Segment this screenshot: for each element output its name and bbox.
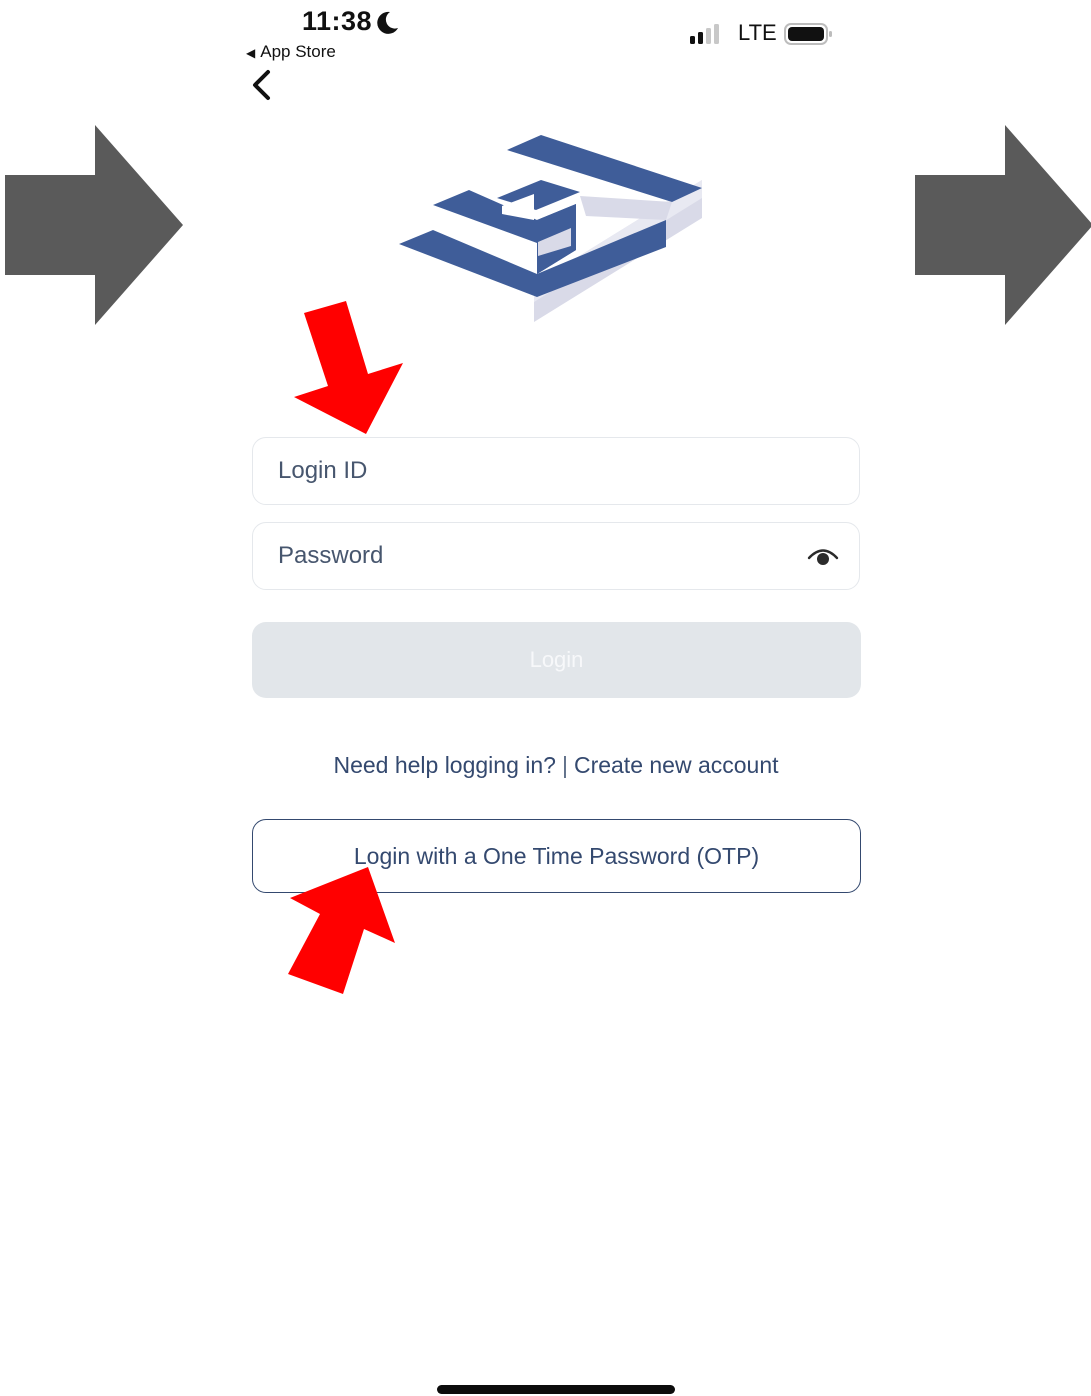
login-id-field[interactable] <box>252 437 860 505</box>
password-field[interactable] <box>252 522 860 590</box>
gray-arrow-right-right <box>915 125 1091 325</box>
link-separator: | <box>561 752 568 778</box>
home-indicator <box>437 1385 675 1394</box>
password-input[interactable] <box>276 541 807 571</box>
create-account-link[interactable]: Create new account <box>574 752 779 778</box>
back-triangle-icon: ◀ <box>246 46 256 60</box>
gray-arrow-right-left <box>5 125 183 325</box>
status-time: 11:38 <box>302 6 373 36</box>
moon-icon <box>377 11 398 34</box>
need-help-link[interactable]: Need help logging in? <box>333 752 556 778</box>
network-type: LTE <box>738 20 777 45</box>
back-to-app-label: App Store <box>260 42 336 61</box>
app-logo <box>399 135 702 322</box>
battery-icon <box>784 23 832 45</box>
red-arrow-down <box>294 301 403 434</box>
eye-icon[interactable] <box>807 545 839 567</box>
login-button[interactable]: Login <box>252 622 861 698</box>
signal-icon <box>690 24 719 44</box>
help-links: Need help logging in? | Create new account <box>252 752 860 779</box>
back-to-app-link[interactable]: ◀ App Store <box>246 42 336 62</box>
login-id-input[interactable] <box>276 456 859 486</box>
back-chevron-icon[interactable] <box>248 68 278 102</box>
red-arrow-up <box>288 867 395 994</box>
